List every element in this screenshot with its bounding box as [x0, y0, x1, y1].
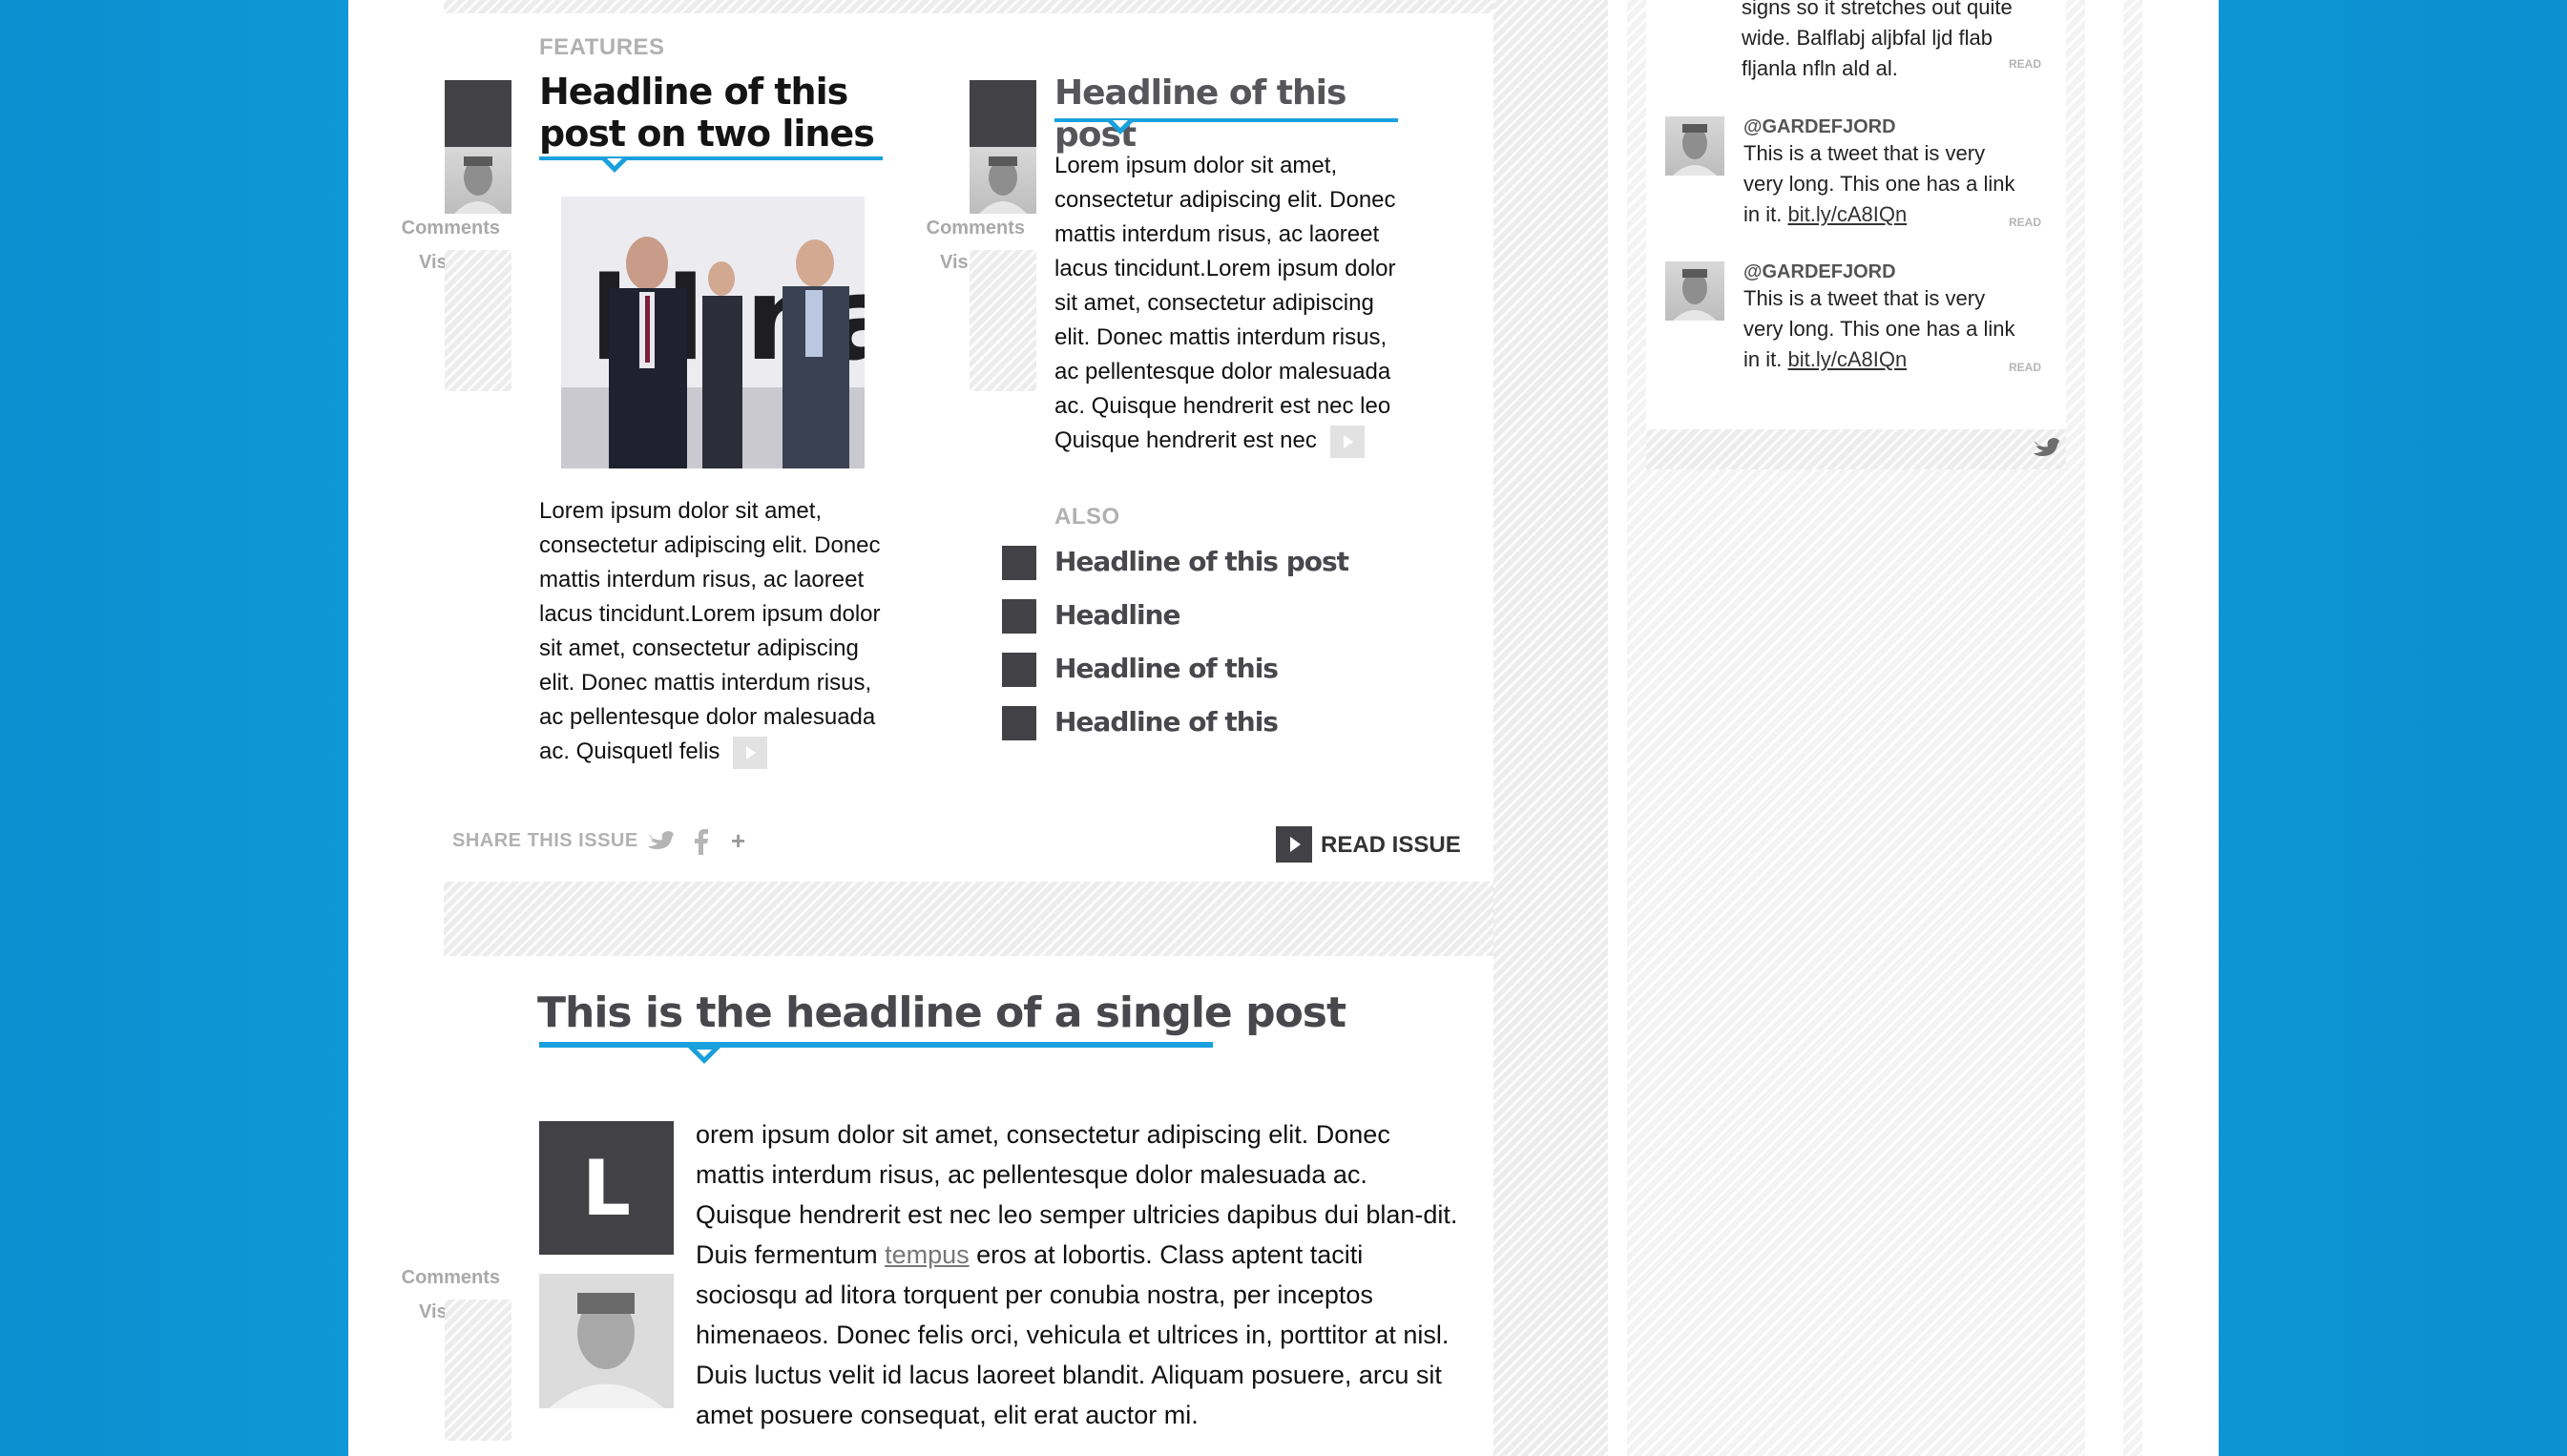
tweet-item: @GARDEFJORD This is a tweet that is very… [1665, 116, 2047, 230]
tweet-handle[interactable]: @GARDEFJORD [1743, 116, 2030, 138]
post2-read-more-button[interactable] [1329, 425, 1365, 458]
tweet-link[interactable]: bit.ly/cA8IQn [1787, 202, 1907, 226]
more-share-icon[interactable]: + [731, 826, 745, 856]
tweet-handle[interactable]: @GARDEFJORD [1743, 261, 2030, 283]
tweet-text: signs so it stretches out quite wide. Ba… [1742, 0, 2028, 84]
post2-headline[interactable]: Headline of this post [1054, 73, 1417, 156]
post1-photo[interactable]: kl na [561, 197, 865, 468]
tweet-read-link[interactable]: READ [2009, 216, 2041, 229]
also-item-square [1002, 706, 1036, 740]
also-item[interactable]: Headline of this [1002, 651, 1384, 689]
single-post-author-avatar[interactable] [539, 1274, 674, 1408]
post1-author-avatar[interactable] [445, 147, 511, 214]
post2-author-avatar[interactable] [970, 147, 1036, 214]
tweet-avatar[interactable] [1665, 261, 1724, 321]
also-item[interactable]: Headline of this [1002, 704, 1384, 742]
single-post-body: orem ipsum dolor sit amet, consectetur a… [696, 1114, 1459, 1435]
post1-category-square [445, 80, 511, 147]
sidebar-tweets-footer [1646, 429, 2066, 469]
sidebar-right-edge [2123, 0, 2142, 1456]
single-post-comments-label[interactable]: Comments [378, 1267, 500, 1289]
tweet-text: This is a tweet that is very very long. … [1743, 138, 2030, 230]
post2-category-square [970, 80, 1036, 147]
drop-cap-box: L [539, 1121, 674, 1255]
read-issue-arrow-icon [1276, 826, 1312, 863]
tweet-text-content: signs so it stretches out quite wide. Ba… [1742, 0, 2013, 80]
post2-body-text: Lorem ipsum dolor sit amet, consectetur … [1054, 153, 1396, 453]
post1-headline[interactable]: Headline of this post on two lines [539, 71, 892, 155]
tweet-item: signs so it stretches out quite wide. Ba… [1665, 0, 2047, 84]
main-right-gutter [1493, 0, 1608, 1456]
single-post-headline-notch [687, 1047, 721, 1064]
facebook-share-icon[interactable] [693, 828, 710, 860]
post2-headline-underline [1054, 118, 1398, 122]
post1-stat-bar [445, 250, 511, 391]
tweet-avatar[interactable] [1665, 116, 1724, 176]
single-post-stat-bar [445, 1300, 511, 1441]
also-item[interactable]: Headline [1002, 597, 1384, 635]
twitter-icon[interactable] [2033, 435, 2061, 465]
post2-body: Lorem ipsum dolor sit amet, consectetur … [1054, 149, 1408, 458]
also-item[interactable]: Headline of this post [1002, 544, 1384, 582]
also-item-square [1002, 653, 1036, 687]
features-label: FEATURES [539, 34, 665, 60]
top-strip [444, 0, 1493, 13]
post2-comments-label[interactable]: Comments [903, 218, 1025, 239]
post1-headline-underline [539, 156, 883, 160]
twitter-share-icon[interactable] [647, 828, 676, 858]
tweet-link[interactable]: bit.ly/cA8IQn [1787, 347, 1907, 371]
also-item-link[interactable]: Headline of this [1054, 706, 1279, 738]
read-issue-label: READ ISSUE [1321, 832, 1461, 858]
post2-stat-bar [970, 250, 1036, 391]
also-label: ALSO [1054, 504, 1120, 530]
single-post-headline[interactable]: This is the headline of a single post [537, 987, 1346, 1040]
also-item-link[interactable]: Headline [1054, 599, 1180, 631]
drop-cap-letter: L [582, 1143, 631, 1233]
tweet-read-link[interactable]: READ [2009, 57, 2041, 71]
section-divider [444, 882, 1493, 956]
share-label: SHARE THIS ISSUE [452, 830, 638, 851]
tweet-text: This is a tweet that is very very long. … [1743, 283, 2030, 375]
post1-body-text: Lorem ipsum dolor sit amet, consectetur … [539, 498, 881, 764]
also-item-square [1002, 599, 1036, 634]
post1-body: Lorem ipsum dolor sit amet, consectetur … [539, 494, 892, 769]
post1-read-more-button[interactable] [733, 736, 768, 769]
also-item-link[interactable]: Headline of this post [1054, 546, 1349, 577]
single-post-headline-underline [539, 1042, 1213, 1048]
tweet-item: @GARDEFJORD This is a tweet that is very… [1665, 261, 2047, 375]
also-item-link[interactable]: Headline of this [1054, 653, 1279, 684]
post2-headline-notch [1107, 120, 1134, 135]
single-post-body-link[interactable]: tempus [885, 1240, 970, 1269]
post1-headline-notch [601, 158, 628, 173]
tweet-read-link[interactable]: READ [2009, 361, 2041, 374]
post1-comments-label[interactable]: Comments [378, 218, 500, 239]
read-issue-button[interactable]: READ ISSUE [1276, 826, 1461, 863]
also-item-square [1002, 546, 1036, 580]
